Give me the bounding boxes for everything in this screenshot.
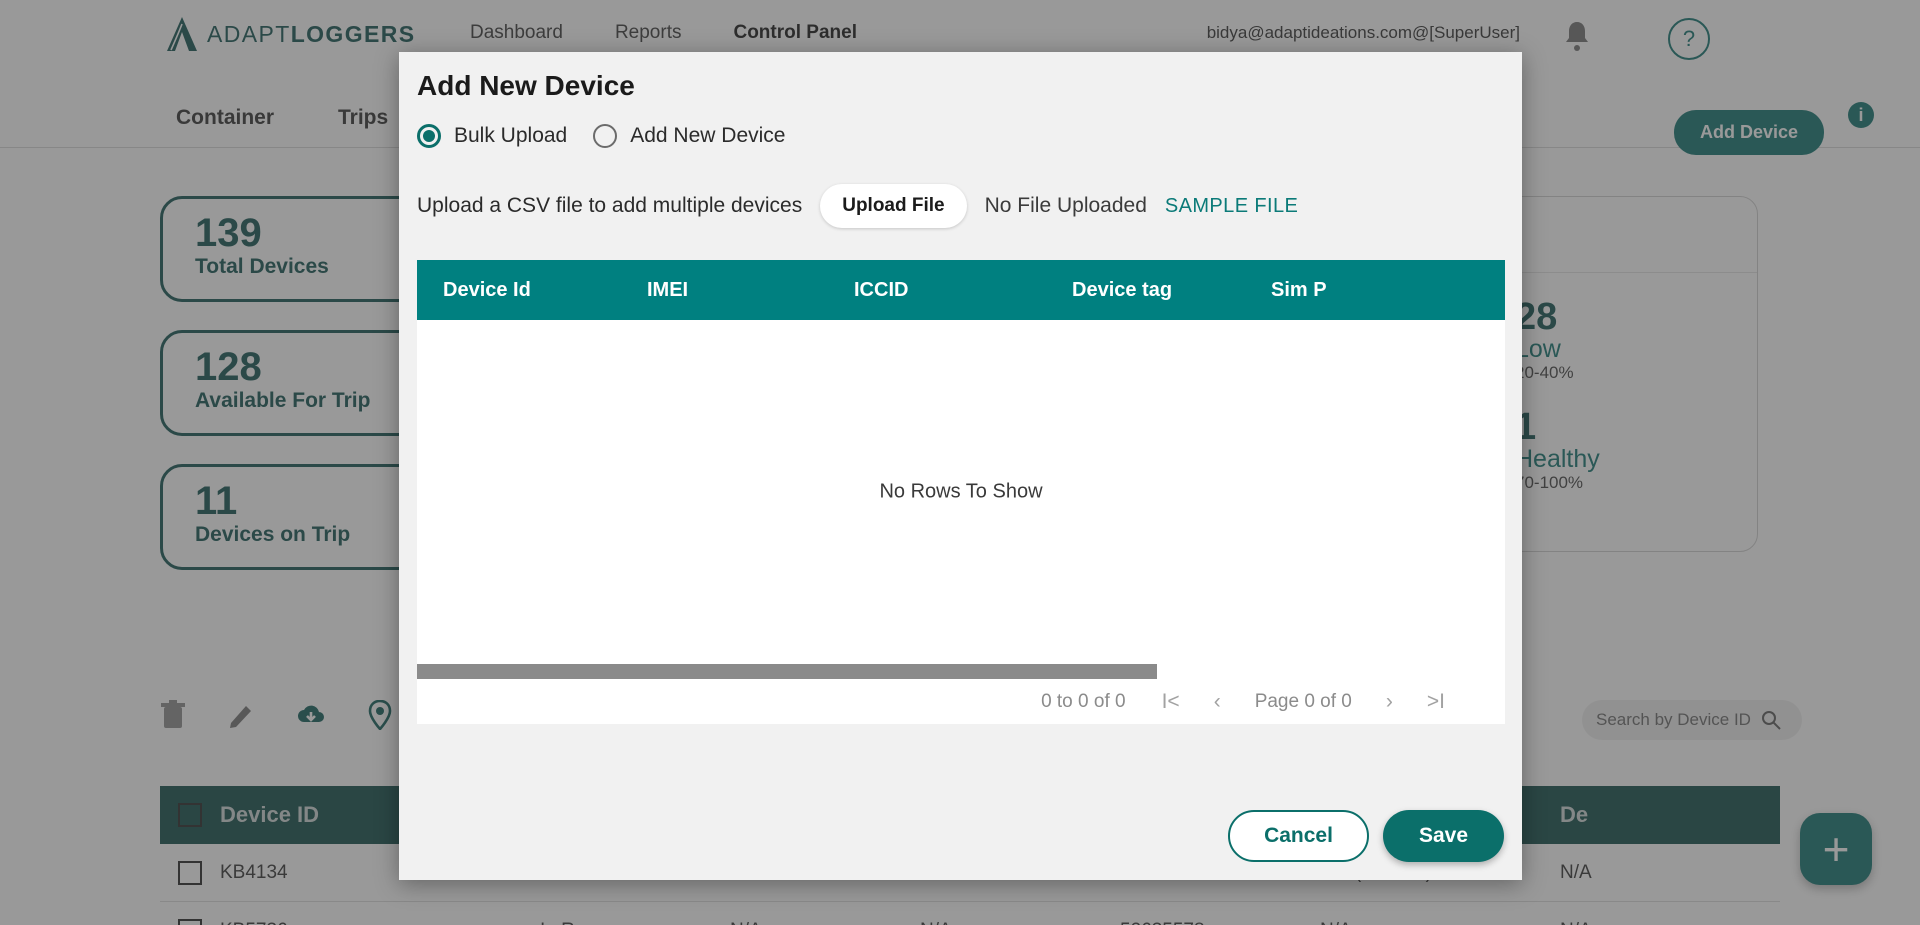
column-header-sim-provider[interactable]: Sim P — [1271, 279, 1327, 302]
last-page-button[interactable]: >I — [1427, 690, 1445, 714]
radio-button-unselected[interactable] — [593, 124, 618, 148]
next-page-button[interactable]: › — [1386, 690, 1393, 714]
radio-label-bulk-upload: Bulk Upload — [454, 124, 568, 147]
grid-body: No Rows To Show — [417, 320, 1505, 664]
device-upload-grid: Device Id IMEI ICCID Device tag Sim P No… — [417, 260, 1505, 724]
horizontal-scrollbar[interactable] — [417, 664, 1505, 679]
save-button[interactable]: Save — [1382, 810, 1504, 862]
add-new-device-modal: Add New Device Bulk Upload Add New Devic… — [399, 52, 1522, 880]
previous-page-button[interactable]: ‹ — [1214, 690, 1221, 714]
radio-option-bulk-upload[interactable]: Bulk Upload — [417, 124, 567, 148]
column-header-iccid[interactable]: ICCID — [854, 279, 1072, 302]
grid-pagination-footer: 0 to 0 of 0 I< ‹ Page 0 of 0 › >I — [417, 679, 1505, 724]
grid-column-headers: Device Id IMEI ICCID Device tag Sim P — [417, 260, 1505, 320]
pagination-controls: I< ‹ Page 0 of 0 › >I — [1162, 690, 1445, 714]
radio-button-selected[interactable] — [417, 124, 441, 148]
horizontal-scrollbar-thumb[interactable] — [417, 664, 1157, 679]
upload-description: Upload a CSV file to add multiple device… — [417, 194, 803, 217]
pagination-range: 0 to 0 of 0 — [1041, 690, 1126, 712]
empty-state-message: No Rows To Show — [879, 480, 1043, 503]
sample-file-link[interactable]: SAMPLE FILE — [1165, 195, 1298, 218]
column-header-imei[interactable]: IMEI — [647, 279, 854, 302]
radio-option-add-new-device[interactable]: Add New Device — [593, 124, 785, 148]
upload-file-button[interactable]: Upload File — [820, 184, 967, 228]
radio-label-add-new-device: Add New Device — [630, 124, 786, 147]
page-indicator: Page 0 of 0 — [1254, 690, 1352, 712]
modal-title: Add New Device — [417, 70, 635, 101]
radio-dot — [423, 130, 435, 142]
first-page-button[interactable]: I< — [1162, 690, 1180, 714]
upload-status-text: No File Uploaded — [984, 194, 1147, 217]
upload-mode-radio-group: Bulk Upload Add New Device — [417, 124, 785, 148]
upload-controls: Upload a CSV file to add multiple device… — [417, 184, 1298, 228]
column-header-device-id[interactable]: Device Id — [417, 279, 647, 302]
modal-action-buttons: Cancel Save — [1228, 810, 1504, 862]
column-header-device-tag[interactable]: Device tag — [1072, 279, 1271, 302]
cancel-button[interactable]: Cancel — [1228, 810, 1369, 862]
app-root: ADAPTLOGGERS Dashboard Reports Control P… — [0, 0, 1920, 925]
